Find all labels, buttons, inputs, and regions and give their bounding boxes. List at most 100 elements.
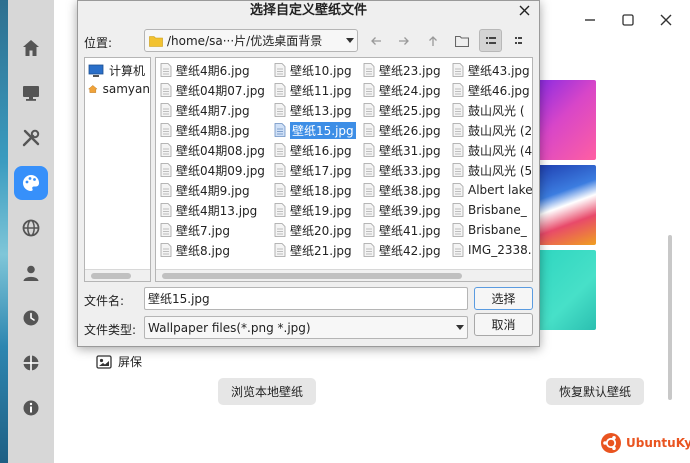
file-item[interactable]: 壁纸23.jpg	[363, 61, 450, 79]
file-item[interactable]: 壁纸43.jpg	[452, 61, 532, 79]
detail-view-button[interactable]	[508, 29, 531, 52]
file-item[interactable]: 壁纸46.jpg	[452, 81, 532, 99]
file-item[interactable]: Brisbane_	[452, 221, 532, 239]
browse-local-wallpaper-button[interactable]: 浏览本地壁纸	[218, 378, 316, 405]
file-name: 壁纸04期08.jpg	[176, 143, 265, 158]
file-item[interactable]: 壁纸11.jpg	[274, 81, 361, 99]
file-item[interactable]: 壁纸4期7.jpg	[160, 101, 272, 119]
file-item[interactable]: 壁纸10.jpg	[274, 61, 361, 79]
file-item[interactable]: 壁纸18.jpg	[274, 181, 361, 199]
file-name: 壁纸23.jpg	[379, 63, 441, 78]
image-file-icon	[363, 143, 375, 157]
forward-button[interactable]	[392, 29, 415, 52]
place-label: samyan	[102, 82, 150, 96]
file-name: 壁纸17.jpg	[290, 163, 352, 178]
file-item[interactable]: 壁纸4期9.jpg	[160, 181, 272, 199]
back-button[interactable]	[364, 29, 387, 52]
wallpaper-thumbnail[interactable]	[537, 165, 596, 245]
file-item[interactable]: 壁纸24.jpg	[363, 81, 450, 99]
choose-button[interactable]: 选择	[474, 287, 533, 310]
nav-devices[interactable]	[14, 121, 48, 155]
file-name: 壁纸41.jpg	[379, 223, 441, 238]
filename-input[interactable]	[144, 287, 468, 310]
file-item[interactable]: Albert lake	[452, 181, 532, 199]
minimize-button[interactable]	[582, 12, 598, 28]
nav-datetime[interactable]	[14, 301, 48, 335]
monitor-icon	[23, 86, 39, 101]
file-item[interactable]: 壁纸41.jpg	[363, 221, 450, 239]
nav-system[interactable]	[14, 76, 48, 110]
wallpaper-thumbnail[interactable]	[537, 250, 596, 330]
file-name: 壁纸8.jpg	[176, 243, 231, 258]
file-item[interactable]: 壁纸38.jpg	[363, 181, 450, 199]
cancel-button[interactable]: 取消	[474, 313, 533, 336]
file-item[interactable]: 壁纸04期07.jpg	[160, 81, 272, 99]
nav-personalize[interactable]	[14, 166, 48, 200]
maximize-button[interactable]	[620, 12, 636, 28]
file-item[interactable]: 壁纸7.jpg	[160, 221, 272, 239]
places-horizontal-scrollbar[interactable]	[85, 269, 150, 281]
image-file-icon	[452, 83, 464, 97]
wallpaper-thumbnail[interactable]	[537, 80, 596, 160]
path-combobox[interactable]: /home/sa···片/优选桌面背景	[144, 29, 358, 52]
file-item[interactable]: 壁纸25.jpg	[363, 101, 450, 119]
file-item[interactable]: 壁纸42.jpg	[363, 241, 450, 259]
file-item[interactable]: 壁纸8.jpg	[160, 241, 272, 259]
file-item[interactable]: 壁纸19.jpg	[274, 201, 361, 219]
file-name: 壁纸4期9.jpg	[176, 183, 250, 198]
reset-default-wallpaper-button[interactable]: 恢复默认壁纸	[546, 378, 644, 405]
nav-account[interactable]	[14, 256, 48, 290]
palette-icon	[23, 174, 40, 191]
nav-home[interactable]	[14, 31, 48, 65]
path-text: /home/sa···片/优选桌面背景	[167, 34, 323, 48]
file-item[interactable]: 鼓山风光 (2	[452, 121, 532, 139]
file-item[interactable]: 壁纸4期8.jpg	[160, 121, 272, 139]
file-name: 壁纸15.jpg	[290, 121, 356, 139]
file-name: 壁纸18.jpg	[290, 183, 352, 198]
settings-sidebar	[8, 0, 54, 463]
file-name: 壁纸04期07.jpg	[176, 83, 265, 98]
files-horizontal-scrollbar[interactable]	[156, 269, 532, 281]
image-file-icon	[160, 103, 172, 117]
scrollbar-thumb[interactable]	[91, 273, 131, 279]
file-item[interactable]: 壁纸31.jpg	[363, 141, 450, 159]
image-file-icon	[274, 103, 286, 117]
screensaver-row[interactable]: 屏保	[96, 353, 142, 370]
file-item[interactable]: 鼓山风光 (	[452, 101, 532, 119]
file-item[interactable]: 壁纸20.jpg	[274, 221, 361, 239]
file-item[interactable]: 壁纸16.jpg	[274, 141, 361, 159]
scrollbar-thumb[interactable]	[162, 273, 462, 279]
file-item[interactable]: 壁纸15.jpg	[274, 121, 361, 139]
place-home[interactable]: samyan	[88, 82, 150, 96]
file-item[interactable]: 鼓山风光 (4	[452, 141, 532, 159]
minimize-icon	[585, 19, 595, 21]
nav-about[interactable]	[14, 391, 48, 425]
parent-folder-button[interactable]	[421, 29, 444, 52]
file-item[interactable]: 壁纸04期09.jpg	[160, 161, 272, 179]
content-scrollbar[interactable]	[668, 235, 672, 400]
list-view-button[interactable]	[479, 29, 502, 52]
file-item[interactable]: 壁纸13.jpg	[274, 101, 361, 119]
file-item[interactable]: 鼓山风光 (5	[452, 161, 532, 179]
filetype-combobox[interactable]: Wallpaper files(*.png *.jpg)	[144, 316, 468, 339]
file-item[interactable]: 壁纸17.jpg	[274, 161, 361, 179]
file-item[interactable]: Brisbane_	[452, 201, 532, 219]
file-item[interactable]: 壁纸39.jpg	[363, 201, 450, 219]
place-computer[interactable]: 计算机	[88, 62, 150, 79]
file-item[interactable]: 壁纸33.jpg	[363, 161, 450, 179]
nav-update[interactable]	[14, 346, 48, 380]
file-item[interactable]: 壁纸04期08.jpg	[160, 141, 272, 159]
file-item[interactable]: 壁纸26.jpg	[363, 121, 450, 139]
file-item[interactable]: 壁纸4期6.jpg	[160, 61, 272, 79]
file-item[interactable]: 壁纸4期13.jpg	[160, 201, 272, 219]
file-name: 鼓山风光 (5	[468, 163, 532, 178]
file-name: 壁纸16.jpg	[290, 143, 352, 158]
file-name: 壁纸10.jpg	[290, 63, 352, 78]
new-folder-button[interactable]	[450, 29, 473, 52]
nav-network[interactable]	[14, 211, 48, 245]
file-item[interactable]: IMG_2338.	[452, 241, 532, 259]
filename-label: 文件名:	[84, 294, 125, 308]
close-window-button[interactable]	[658, 12, 674, 28]
dialog-close-button[interactable]	[517, 3, 531, 17]
file-item[interactable]: 壁纸21.jpg	[274, 241, 361, 259]
